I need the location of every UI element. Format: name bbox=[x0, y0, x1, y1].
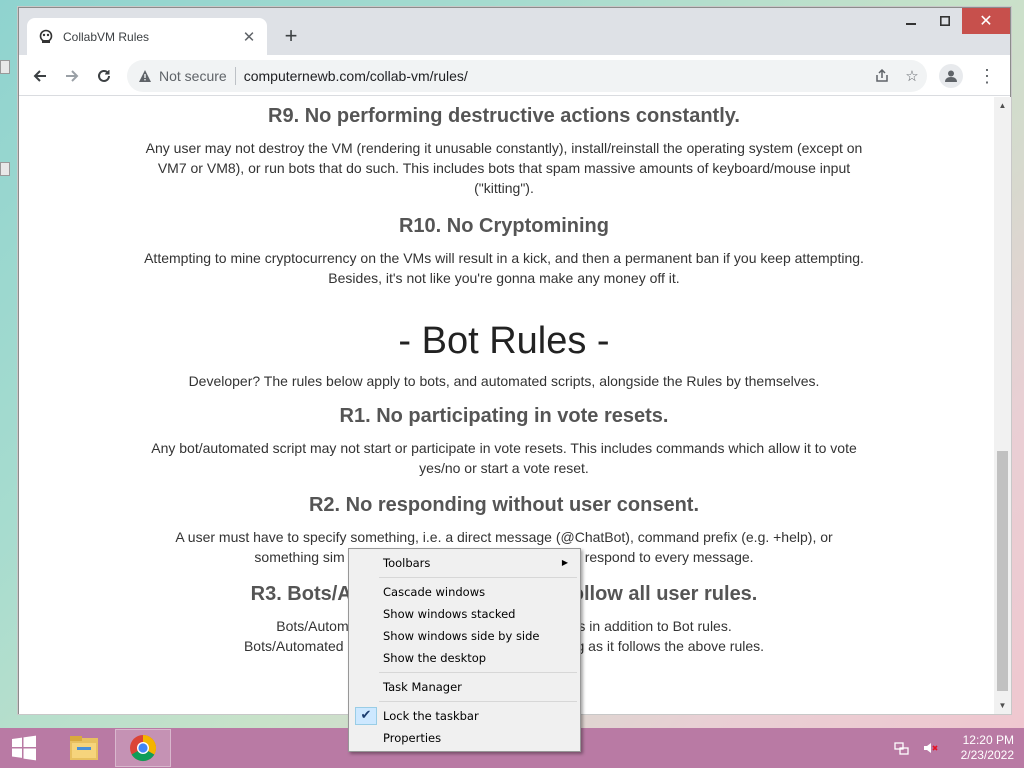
window-controls: ✕ bbox=[894, 8, 1010, 36]
warning-icon[interactable] bbox=[137, 68, 153, 84]
rule-text-right: g as it follows the above rules. bbox=[576, 638, 765, 654]
taskbar-context-menu: Toolbars ▶ Cascade windows Show windows … bbox=[348, 548, 581, 752]
clock-date: 2/23/2022 bbox=[960, 748, 1014, 762]
profile-avatar-icon[interactable] bbox=[939, 64, 963, 88]
checkmark-icon: ✔ bbox=[355, 707, 377, 725]
desktop-icon-stub[interactable] bbox=[0, 60, 10, 74]
menu-item-label: Task Manager bbox=[383, 680, 462, 694]
browser-toolbar: Not secure computernewb.com/collab-vm/ru… bbox=[19, 55, 1010, 96]
rule-heading-left: R3. Bots/A bbox=[250, 583, 352, 605]
rule-text: A user must have to specify something, i… bbox=[175, 529, 833, 545]
scroll-down-arrow-icon[interactable]: ▼ bbox=[994, 697, 1011, 714]
menu-item-label: Cascade windows bbox=[383, 585, 486, 599]
scroll-up-arrow-icon[interactable]: ▲ bbox=[994, 97, 1011, 114]
rule-heading: R10. No Cryptomining bbox=[398, 215, 609, 237]
menu-item-task-manager[interactable]: Task Manager bbox=[351, 676, 578, 698]
rule-text-left: something sim bbox=[254, 549, 345, 565]
rule-text: Any bot/automated script may not start o… bbox=[151, 440, 857, 476]
start-button[interactable] bbox=[0, 728, 48, 768]
browser-menu-icon[interactable]: ⋮ bbox=[977, 64, 997, 88]
minimize-button[interactable] bbox=[894, 8, 928, 34]
system-tray: 12:20 PM 2/23/2022 bbox=[892, 728, 1014, 768]
rule-heading: R9. No performing destructive actions co… bbox=[268, 105, 740, 127]
omnibox-separator bbox=[234, 67, 236, 85]
scrollbar-thumb[interactable] bbox=[997, 451, 1008, 691]
rule-text-right: respond to every message. bbox=[584, 549, 754, 565]
tab-strip: CollabVM Rules ✕ + ✕ bbox=[19, 8, 1010, 55]
menu-item-label: Show windows side by side bbox=[383, 629, 540, 643]
rule-text-left: Bots/Automated s bbox=[243, 638, 355, 654]
section-heading: - Bot Rules - bbox=[398, 320, 610, 362]
new-tab-button[interactable]: + bbox=[277, 22, 305, 50]
menu-item-side-by-side[interactable]: Show windows side by side bbox=[351, 625, 578, 647]
tab-title: CollabVM Rules bbox=[63, 29, 150, 44]
taskbar-chrome[interactable] bbox=[115, 729, 171, 767]
bookmark-star-icon[interactable]: ☆ bbox=[897, 61, 927, 91]
submenu-arrow-icon: ▶ bbox=[561, 558, 568, 567]
menu-separator bbox=[379, 577, 577, 578]
url-text[interactable]: computernewb.com/collab-vm/rules/ bbox=[244, 68, 867, 84]
rule-text: Any user may not destroy the VM (renderi… bbox=[145, 140, 863, 196]
rule-text-right: s in addition to Bot rules. bbox=[578, 618, 732, 634]
share-icon[interactable] bbox=[867, 61, 897, 91]
menu-item-label: Show windows stacked bbox=[383, 607, 516, 621]
rule-text-left: Bots/Automa bbox=[276, 618, 357, 634]
rule-text: Attempting to mine cryptocurrency on the… bbox=[144, 250, 864, 286]
back-arrow-icon[interactable] bbox=[27, 63, 53, 89]
section-intro: Developer? The rules below apply to bots… bbox=[188, 373, 820, 389]
menu-separator bbox=[379, 701, 577, 702]
menu-item-toolbars[interactable]: Toolbars ▶ bbox=[351, 552, 578, 574]
rule-heading-right: ollow all user rules. bbox=[571, 583, 758, 605]
tab-close-icon[interactable]: ✕ bbox=[241, 28, 257, 46]
menu-separator bbox=[379, 672, 577, 673]
taskbar-file-explorer[interactable] bbox=[56, 729, 112, 767]
maximize-button[interactable] bbox=[928, 8, 962, 34]
desktop-icon-stub[interactable] bbox=[0, 162, 10, 176]
menu-item-label: Lock the taskbar bbox=[383, 709, 479, 723]
not-secure-label[interactable]: Not secure bbox=[159, 68, 227, 84]
vertical-scrollbar[interactable]: ▲ ▼ bbox=[994, 97, 1011, 714]
windows-logo-icon bbox=[12, 735, 36, 761]
menu-item-label: Show the desktop bbox=[383, 651, 487, 665]
menu-item-lock-taskbar[interactable]: ✔ Lock the taskbar bbox=[351, 705, 578, 727]
rule-heading: R1. No participating in vote resets. bbox=[339, 405, 669, 427]
menu-item-show-desktop[interactable]: Show the desktop bbox=[351, 647, 578, 669]
menu-item-cascade[interactable]: Cascade windows bbox=[351, 581, 578, 603]
clock[interactable]: 12:20 PM 2/23/2022 bbox=[954, 733, 1014, 763]
close-window-button[interactable]: ✕ bbox=[962, 8, 1010, 34]
volume-muted-icon[interactable] bbox=[920, 738, 940, 758]
forward-arrow-icon[interactable] bbox=[59, 63, 85, 89]
browser-tab[interactable]: CollabVM Rules ✕ bbox=[27, 18, 267, 55]
reload-icon[interactable] bbox=[91, 63, 117, 89]
chrome-icon bbox=[130, 734, 157, 762]
network-icon[interactable] bbox=[892, 738, 912, 758]
menu-item-properties[interactable]: Properties bbox=[351, 727, 578, 749]
menu-item-stacked[interactable]: Show windows stacked bbox=[351, 603, 578, 625]
folder-icon bbox=[70, 736, 98, 760]
clock-time: 12:20 PM bbox=[962, 733, 1014, 747]
rule-heading: R2. No responding without user consent. bbox=[308, 494, 700, 516]
menu-item-label: Toolbars bbox=[383, 556, 431, 570]
address-bar[interactable]: Not secure computernewb.com/collab-vm/ru… bbox=[127, 60, 927, 92]
menu-item-label: Properties bbox=[383, 731, 442, 745]
collabvm-favicon-icon bbox=[37, 28, 55, 46]
